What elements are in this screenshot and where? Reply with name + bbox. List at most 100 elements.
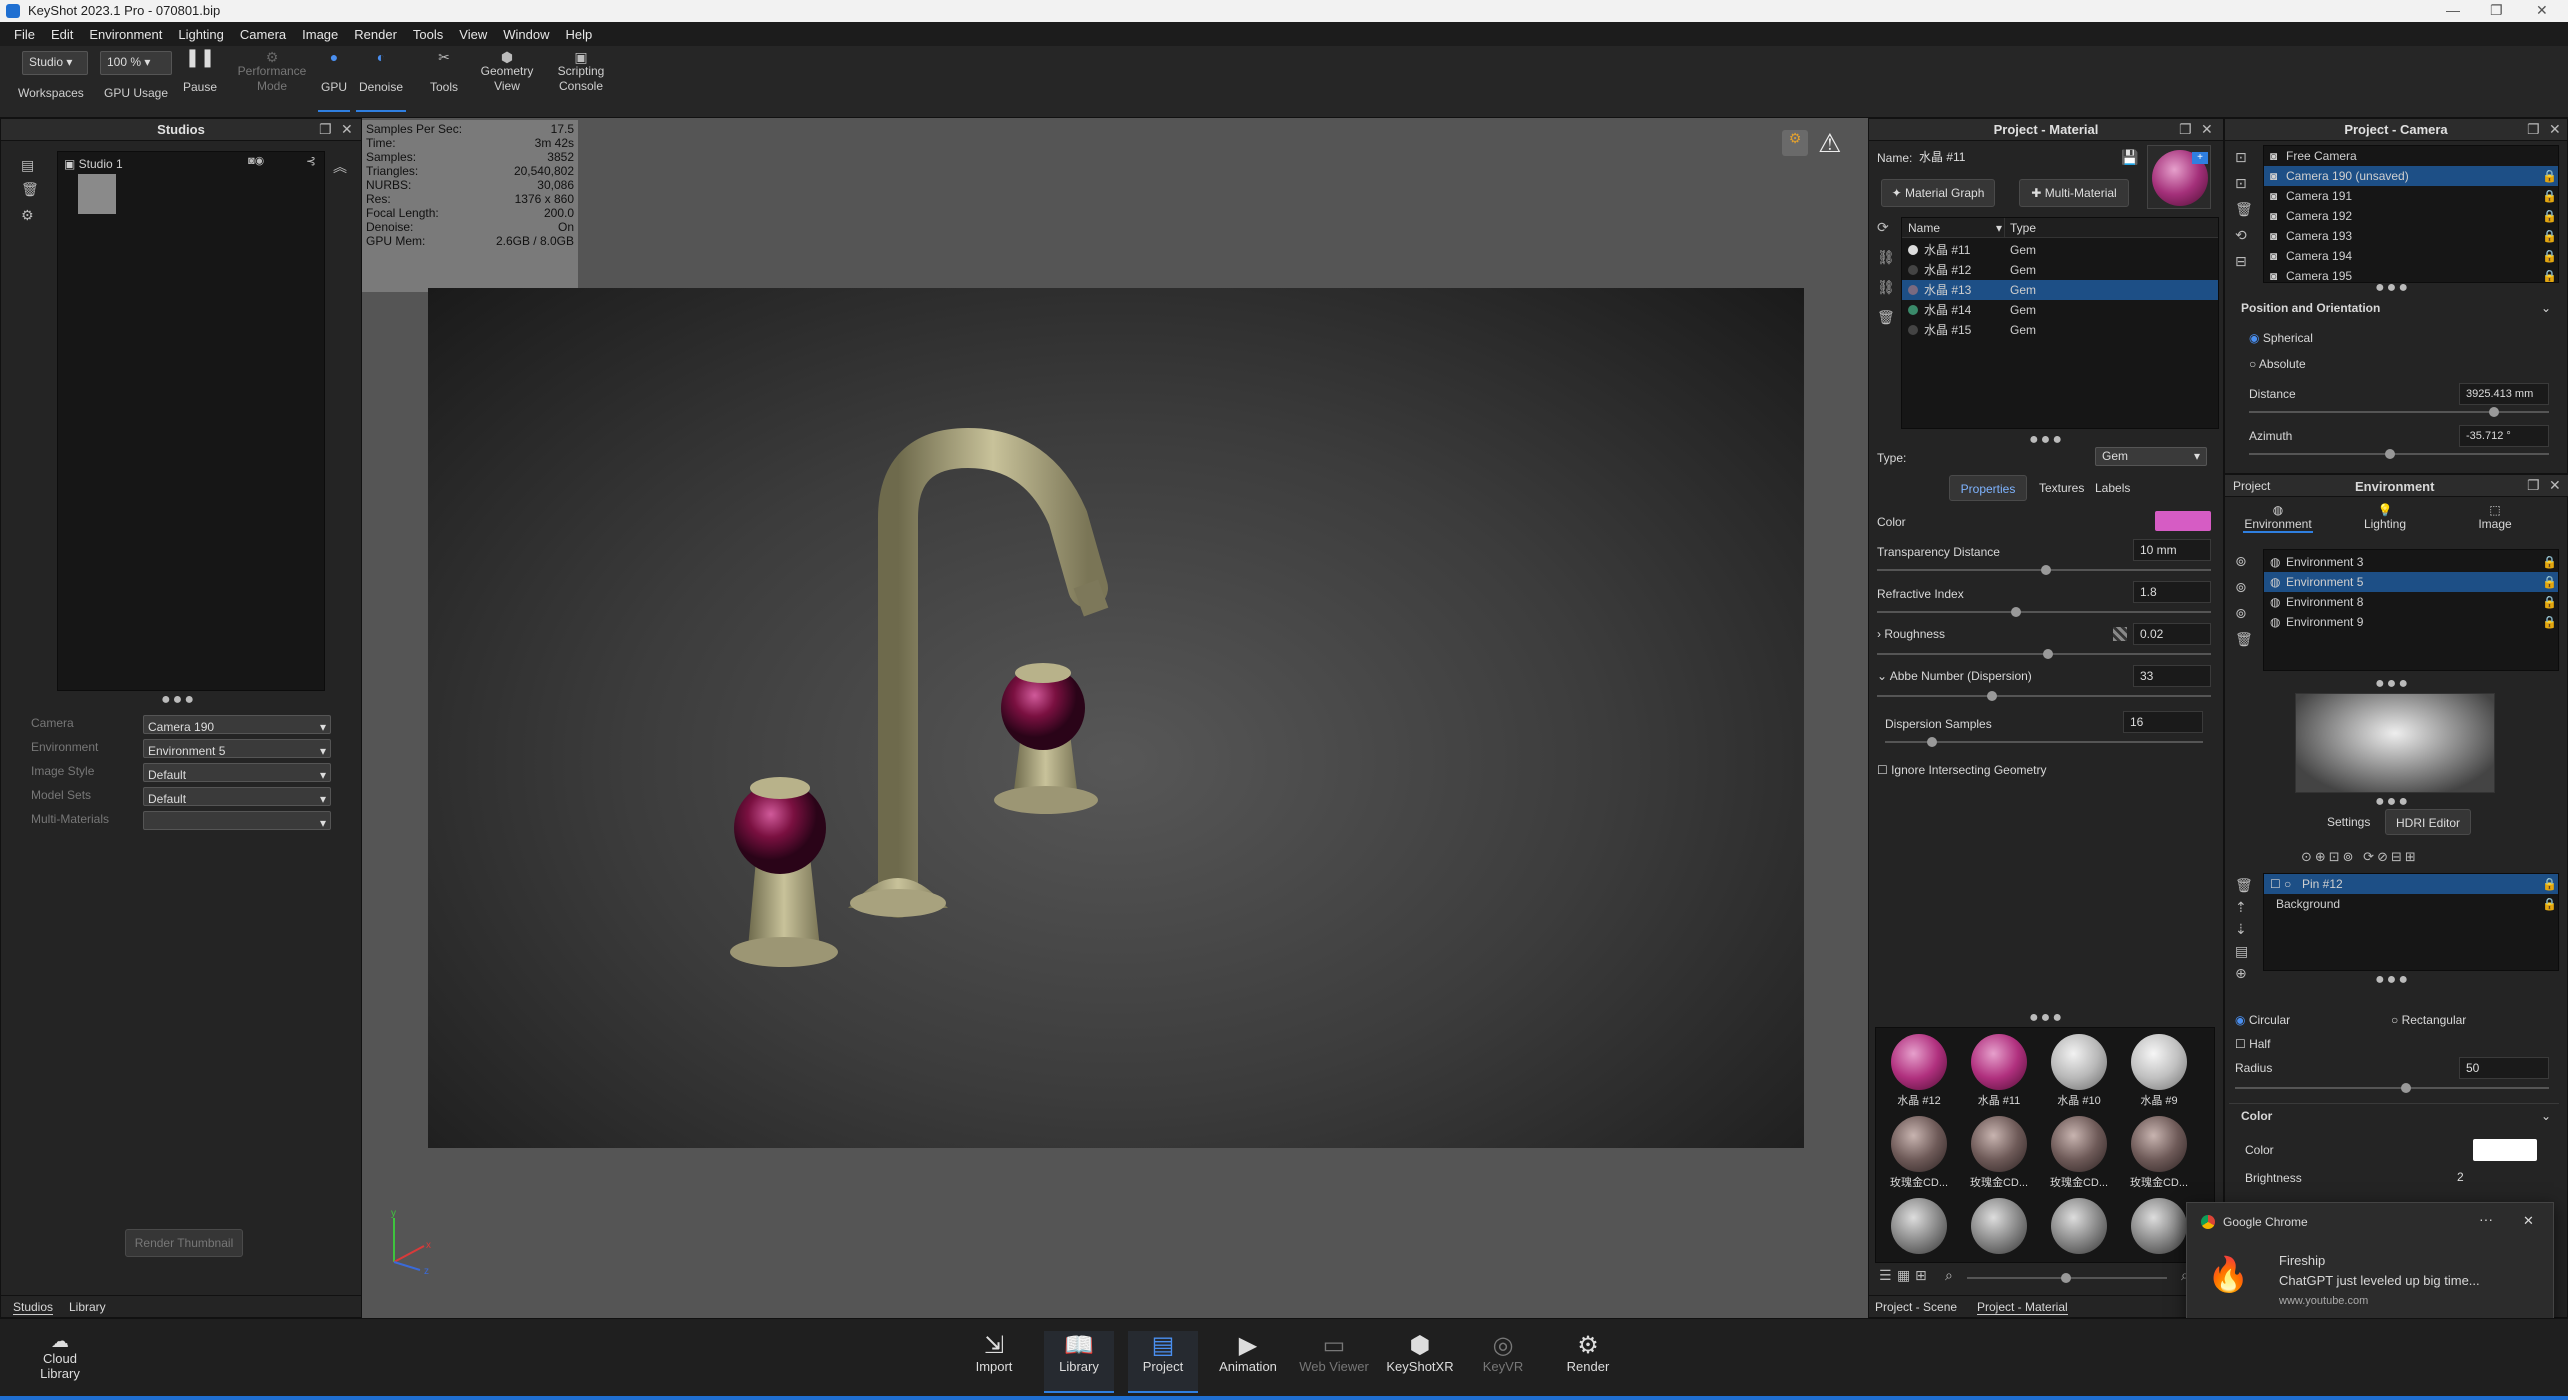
tab-environment[interactable]: ◍ Environment [2243,503,2313,533]
col-type[interactable]: Type [2010,221,2036,235]
menu-view[interactable]: View [459,27,487,42]
resize-dots[interactable]: ●●● [2029,1009,2064,1027]
link-material-icon[interactable]: ⛓ [1877,249,1895,266]
delete-camera-icon[interactable]: 🗑 [2235,201,2253,218]
library-item[interactable]: 水晶 #9 [2124,1034,2194,1108]
lock-icon[interactable]: 🔒 [2542,266,2557,282]
environment-item-selected[interactable]: ◍ Environment 5 🔒 [2264,572,2558,592]
half-checkbox[interactable]: ☐ Half [2235,1037,2270,1051]
import-button[interactable]: ⇲ Import [959,1331,1029,1374]
color-section[interactable]: Color [2241,1109,2272,1123]
tab-image[interactable]: ⬚ Image [2465,503,2525,531]
tab-project-scene[interactable]: Project - Scene [1875,1300,1957,1314]
lock-icon[interactable]: 🔒 [2542,246,2557,266]
delete-material-icon[interactable]: 🗑 [1877,309,1895,326]
close-panel-icon[interactable]: ✕ [2549,477,2561,494]
menu-window[interactable]: Window [503,27,549,42]
import-environment-icon[interactable]: ⊚ [2235,605,2247,622]
library-button[interactable]: 📖 Library [1044,1331,1114,1393]
material-row[interactable]: 水晶 #14 Gem [1902,300,2218,320]
roughness-slider[interactable] [1877,649,2211,659]
tab-library[interactable]: Library [69,1300,106,1314]
list-view-icon[interactable]: ☰ [1879,1267,1892,1284]
library-thumb-partial[interactable] [2051,1198,2107,1254]
filter-icon[interactable]: ⟳ [1877,219,1889,236]
slider-knob[interactable] [2041,565,2051,575]
close-panel-icon[interactable]: ✕ [2549,121,2561,138]
library-item[interactable]: 玫瑰金CD... [1964,1116,2034,1190]
material-row-selected[interactable]: 水晶 #13 Gem [1902,280,2218,300]
environment-select[interactable]: Environment 5 ▾ [143,739,331,758]
menu-render[interactable]: Render [354,27,397,42]
texture-map-icon[interactable] [2113,627,2127,641]
tab-studios[interactable]: Studios [13,1300,54,1315]
keyshotxr-button[interactable]: ⬢ KeyShotXR [1382,1331,1458,1374]
animation-button[interactable]: ▶ Animation [1213,1331,1283,1374]
collapse-icon[interactable]: ︽ [333,157,347,177]
camera-item[interactable]: ◙ Free Camera [2264,146,2558,166]
slider-knob[interactable] [1987,691,1997,701]
close-panel-icon[interactable]: ✕ [341,121,353,138]
slider-knob[interactable] [2043,649,2053,659]
cloud-library-button[interactable]: ☁ Cloud Library [24,1331,96,1381]
duplicate-camera-icon[interactable]: ⊡ [2235,175,2247,192]
thumbnail-size-slider[interactable] [1967,1273,2167,1283]
reset-camera-icon[interactable]: ⟲ [2235,227,2247,244]
ignore-intersecting-checkbox[interactable]: ☐ Ignore Intersecting Geometry [1877,763,2047,777]
material-name-field[interactable]: 水晶 #11 [1913,147,2117,169]
lock-icon[interactable]: 🔒 [2542,612,2557,632]
lock-icon[interactable]: 🔒 [2542,572,2557,592]
environment-item[interactable]: ◍ Environment 9 🔒 [2264,612,2558,632]
lock-icon[interactable]: 🔒 [2542,552,2557,572]
pin-item-selected[interactable]: ☐ ○ Pin #12 🔒 [2264,874,2558,894]
render-button[interactable]: ⚙ Render [1553,1331,1623,1374]
azimuth-field[interactable]: -35.712 ° [2459,425,2549,447]
lock-icon[interactable]: 🔒 [2542,206,2557,226]
lock-icon[interactable]: 🔒 [2542,592,2557,612]
hdri-editor-tab[interactable]: HDRI Editor [2385,809,2471,835]
hdri-preview[interactable] [2295,693,2495,793]
menu-image[interactable]: Image [302,27,338,42]
resize-dots[interactable]: ●●● [2375,675,2410,693]
library-item[interactable]: 水晶 #11 [1964,1034,2034,1108]
library-thumb-partial[interactable] [2131,1198,2187,1254]
lock-icon[interactable]: 🔒 [2542,166,2557,186]
slider-knob[interactable] [2489,407,2499,417]
move-down-icon[interactable]: ⇣ [2235,921,2247,938]
spherical-radio[interactable]: ◉ Spherical [2249,331,2313,345]
rectangular-radio[interactable]: ○ Rectangular [2391,1013,2466,1027]
model-sets-select[interactable]: Default ▾ [143,787,331,806]
abbe-field[interactable]: 33 [2133,665,2211,687]
transparency-slider[interactable] [1877,565,2211,575]
duplicate-environment-icon[interactable]: ⊚ [2235,579,2247,596]
roughness-field[interactable]: 0.02 [2133,623,2211,645]
lock-icon[interactable]: 🔒 [2542,894,2557,914]
multi-materials-select[interactable]: ▾ [143,811,331,830]
material-preview[interactable]: + [2147,145,2211,209]
library-item[interactable]: 玫瑰金CD... [2124,1116,2194,1190]
target-icon[interactable]: ⊕ [2235,965,2247,982]
camera-item[interactable]: ◙ Camera 192 🔒 [2264,206,2558,226]
grid-view-icon[interactable]: ▦ [1897,1267,1910,1284]
tab-properties[interactable]: Properties [1949,475,2027,501]
lock-icon[interactable]: 🔒 [2542,186,2557,206]
distance-field[interactable]: 3925.413 mm [2459,383,2549,405]
environment-item[interactable]: ◍ Environment 8 🔒 [2264,592,2558,612]
render-mode-icon[interactable]: ⚙ [1782,130,1808,156]
camera-item-selected[interactable]: ◙ Camera 190 (unsaved) 🔒 [2264,166,2558,186]
tab-project-material[interactable]: Project - Material [1977,1300,2068,1315]
dispersion-field[interactable]: 16 [2123,711,2203,733]
performance-mode-button[interactable]: ⚙ Performance Mode [232,50,312,94]
slider-knob[interactable] [2401,1083,2411,1093]
render-thumbnail-button[interactable]: Render Thumbnail [125,1229,243,1257]
color-swatch[interactable] [2473,1139,2537,1161]
zoom-out-icon[interactable]: ⌕ [1945,1267,1953,1284]
resize-dots[interactable]: ●●● [2375,279,2410,297]
delete-studio-icon[interactable]: 🗑 [21,181,39,198]
more-options-icon[interactable]: ··· [2479,1211,2493,1227]
type-select[interactable]: Gem ▾ [2095,447,2207,466]
absolute-radio[interactable]: ○ Absolute [2249,357,2306,371]
menu-help[interactable]: Help [565,27,592,42]
library-item[interactable]: 水晶 #10 [2044,1034,2114,1108]
pause-button[interactable]: ❚❚ Pause [182,48,218,95]
